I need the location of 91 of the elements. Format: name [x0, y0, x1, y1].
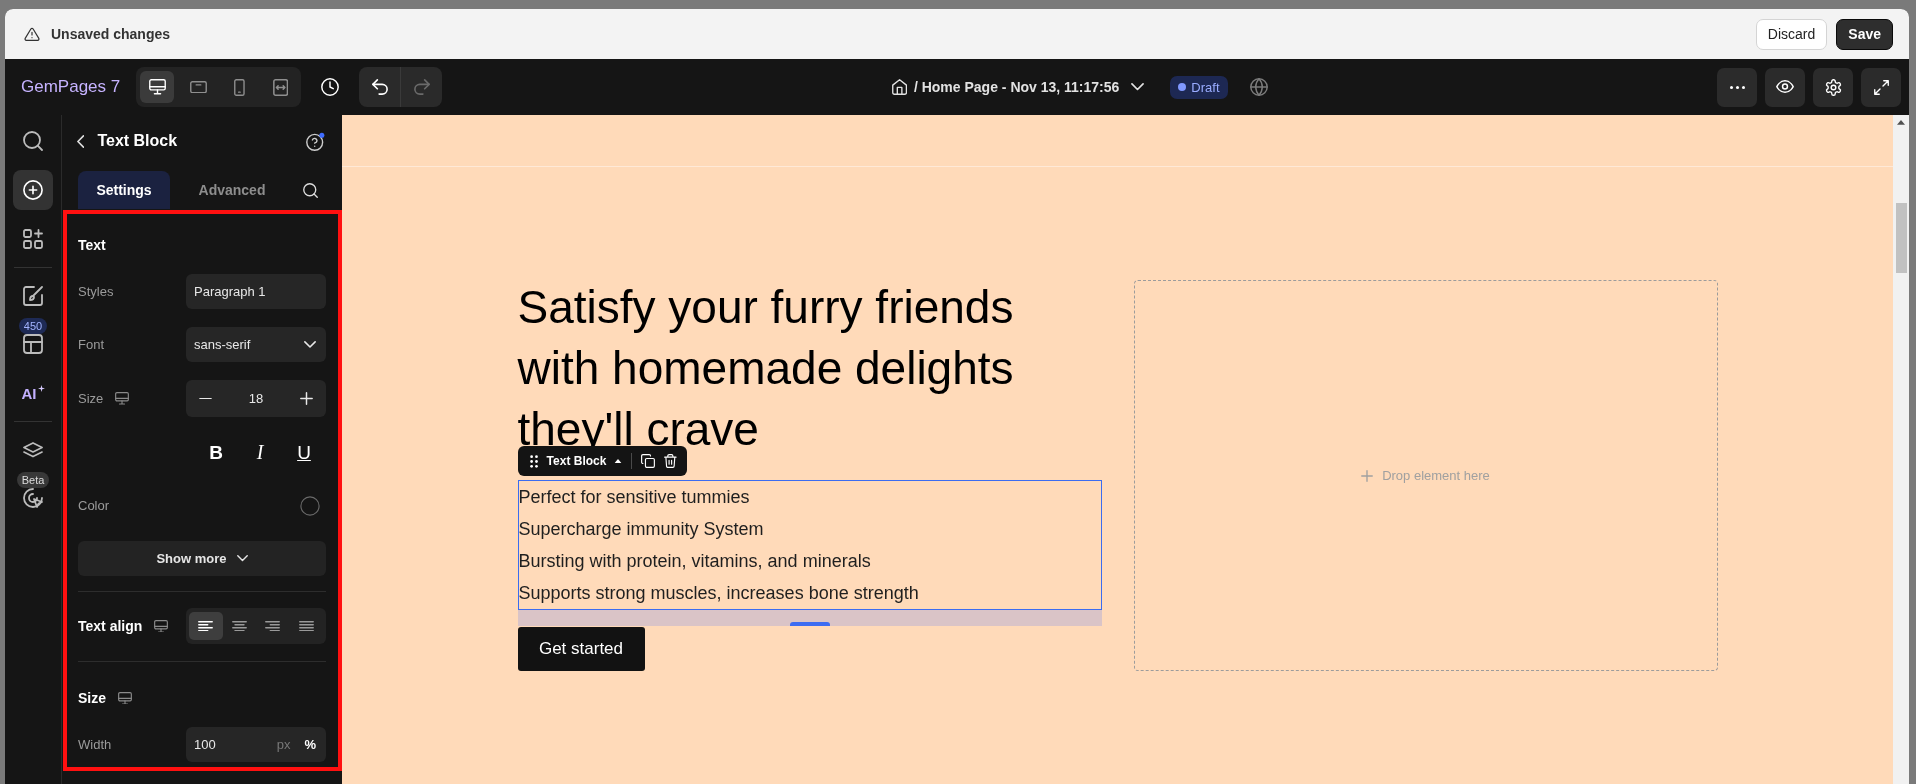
scroll-up-icon[interactable]: [1897, 120, 1905, 125]
align-justify-icon[interactable]: [298, 620, 314, 632]
style-select[interactable]: Paragraph 1: [186, 274, 326, 309]
plus-icon[interactable]: [300, 392, 313, 405]
page-brush-icon[interactable]: [23, 286, 43, 306]
globe-icon[interactable]: [1249, 78, 1268, 96]
drop-hint: Drop element here: [1382, 468, 1490, 483]
trash-icon[interactable]: [664, 454, 678, 468]
text-line: Supports strong muscles, increases bone strength: [518, 582, 919, 605]
plus-circle-icon: [23, 180, 43, 200]
align-left-icon: [198, 620, 214, 632]
tablet-icon[interactable]: [189, 80, 207, 94]
page-selector[interactable]: / Home Page - Nov 13, 11:17:56: [891, 79, 1145, 95]
font-dropdown[interactable]: sans-serif: [186, 327, 326, 362]
warning-icon: [24, 26, 40, 42]
chevron-down-icon: [236, 555, 248, 562]
cursor-target-icon[interactable]: [23, 488, 43, 508]
layout-icon[interactable]: [23, 334, 43, 354]
hero-heading: Satisfy your furry friends with homemade delights they'll crave: [517, 280, 1015, 456]
scrollbar[interactable]: [1893, 115, 1909, 784]
help-icon[interactable]: [306, 131, 325, 151]
chevron-down-icon: [1131, 83, 1145, 91]
scrollbar-thumb[interactable]: [1895, 202, 1907, 273]
mobile-icon[interactable]: [233, 78, 245, 96]
panel-tab[interactable]: Settings: [78, 171, 170, 209]
italic-button[interactable]: I: [238, 435, 282, 470]
home-icon: [891, 79, 907, 95]
count-badge: 450: [18, 318, 48, 334]
text-line: Bursting with protein, vitamins, and minerals: [518, 550, 871, 573]
search-icon[interactable]: [303, 182, 318, 198]
color-swatch-icon[interactable]: [300, 495, 320, 516]
sparkle-icon: [37, 384, 45, 392]
show-more-button[interactable]: Show more: [78, 541, 326, 576]
status-dot-icon: [1178, 83, 1187, 91]
drag-handle-icon[interactable]: [529, 454, 538, 468]
preview-button[interactable]: [1765, 67, 1805, 107]
section-title: Size: [78, 690, 106, 706]
app-logo: GemPages 7: [21, 77, 121, 97]
section-title: Text align: [78, 618, 143, 634]
eye-icon: [1776, 80, 1794, 94]
more-icon: [1729, 85, 1745, 89]
selected-text-block[interactable]: Perfect for sensitive tummies Supercharge immunity System Bursting with protein, vitamins, and minerals Supports strong muscles, increases bone strength: [517, 480, 1102, 610]
align-right-icon[interactable]: [265, 620, 281, 632]
field-label: Styles: [78, 284, 114, 299]
panel-title: Text Block: [97, 132, 178, 150]
panel-tab[interactable]: Advanced: [186, 171, 278, 209]
size-stepper[interactable]: 18: [186, 380, 326, 417]
fit-width-icon[interactable]: [272, 78, 288, 96]
search-icon[interactable]: [23, 131, 43, 151]
clock-icon[interactable]: [321, 78, 340, 96]
bold-button[interactable]: B: [194, 435, 238, 470]
discard-button[interactable]: Discard: [1755, 18, 1828, 50]
get-started-button[interactable]: Get started: [517, 627, 645, 671]
field-label: Font: [78, 337, 104, 352]
desktop-view-button[interactable]: [140, 71, 175, 103]
text-line: Supercharge immunity System: [518, 518, 764, 541]
width-input[interactable]: 100 px %: [186, 727, 326, 762]
beta-badge: Beta: [16, 472, 50, 488]
text-line: Perfect for sensitive tummies: [518, 486, 750, 509]
grid-plus-icon[interactable]: [23, 229, 43, 249]
settings-button[interactable]: [1813, 67, 1853, 107]
add-button[interactable]: [13, 170, 53, 210]
desktop-icon[interactable]: [118, 691, 132, 705]
field-label: Width: [78, 737, 112, 752]
section-title: Text: [78, 237, 106, 253]
desktop-icon: [148, 79, 166, 95]
ai-button[interactable]: AI: [13, 373, 53, 413]
field-label: Color: [78, 498, 110, 513]
desktop-icon[interactable]: [115, 392, 130, 405]
layers-icon[interactable]: [23, 442, 43, 458]
align-center-icon[interactable]: [231, 620, 247, 632]
plus-icon: [1361, 469, 1374, 482]
fullscreen-button[interactable]: [1861, 67, 1901, 107]
status-label: Draft: [1191, 79, 1220, 95]
desktop-icon[interactable]: [154, 619, 169, 633]
expand-icon: [1873, 79, 1889, 95]
caret-up-icon: [614, 458, 623, 464]
resize-handle[interactable]: [789, 622, 830, 626]
minus-icon[interactable]: [199, 397, 212, 400]
field-label: Size: [78, 391, 104, 406]
align-left-button[interactable]: [189, 612, 223, 640]
chevron-left-icon[interactable]: [77, 134, 85, 148]
underline-button[interactable]: U: [282, 435, 326, 470]
chevron-down-icon: [304, 341, 316, 348]
gear-icon: [1824, 78, 1842, 96]
save-button[interactable]: Save: [1836, 18, 1893, 50]
undo-icon[interactable]: [371, 79, 388, 95]
block-type-dropdown[interactable]: Text Block: [546, 454, 623, 468]
unsaved-message: Unsaved changes: [51, 26, 171, 42]
unit-option[interactable]: %: [304, 737, 316, 752]
copy-icon[interactable]: [641, 454, 656, 468]
